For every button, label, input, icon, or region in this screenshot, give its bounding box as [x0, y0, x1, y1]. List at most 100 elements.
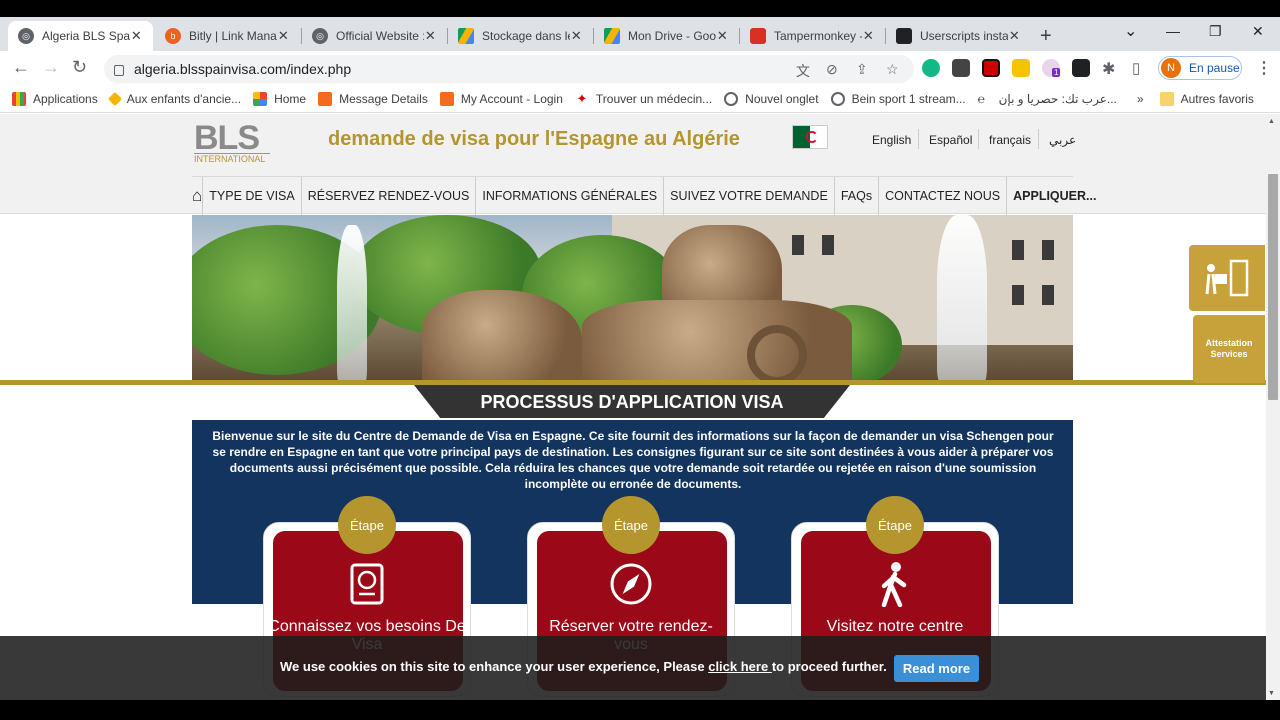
- robot-extension-icon[interactable]: [952, 59, 970, 77]
- close-tab-icon[interactable]: ✕: [862, 28, 875, 44]
- read-more-button[interactable]: Read more: [894, 655, 979, 682]
- minimize-button[interactable]: —: [1166, 23, 1180, 39]
- tab-official-website[interactable]: ◎ Official Website : ✕: [302, 21, 447, 51]
- bookmark-arab-tech[interactable]: ℮ عرب تك: حصريا و بإن...: [978, 92, 1117, 106]
- bookmark-nouvel-onglet[interactable]: Nouvel onglet: [724, 91, 819, 106]
- bookmark-bein-sport[interactable]: Bein sport 1 stream...: [830, 91, 966, 106]
- back-icon[interactable]: ←: [12, 57, 30, 78]
- profile-button[interactable]: N En pause: [1158, 56, 1242, 80]
- step-title: Visitez notre centre: [826, 618, 964, 635]
- lock-icon[interactable]: [114, 64, 124, 76]
- new-tab-button[interactable]: +: [1040, 25, 1052, 48]
- tab-title: Bitly | Link Manag: [189, 29, 277, 43]
- close-tab-icon[interactable]: ✕: [1008, 28, 1021, 44]
- globe-icon: ◎: [312, 28, 328, 44]
- forward-icon[interactable]: →: [42, 57, 60, 78]
- tab-userscripts[interactable]: Userscripts instal ✕: [886, 21, 1031, 51]
- close-window-button[interactable]: ✕: [1252, 23, 1264, 40]
- tab-mon-drive[interactable]: Mon Drive - Goo ✕: [594, 21, 739, 51]
- restore-button[interactable]: ❐: [1209, 23, 1222, 40]
- bookmark-label: Message Details: [339, 91, 428, 106]
- cookie-click-here-link[interactable]: click here: [708, 659, 772, 674]
- intro-text: Bienvenue sur le site du Centre de Deman…: [212, 429, 1054, 491]
- side-attestation-services-button[interactable]: Attestation Services: [1193, 315, 1265, 383]
- chariot-wheel: [747, 325, 807, 380]
- scrollbar-thumb[interactable]: [1268, 174, 1278, 400]
- share-icon[interactable]: ⇪: [856, 61, 868, 78]
- grammarly-extension-icon[interactable]: [922, 59, 940, 77]
- orange-square-icon: [439, 91, 454, 106]
- tab-title: Algeria BLS Spain: [42, 29, 130, 43]
- nav-appliquer[interactable]: APPLIQUER...: [1007, 177, 1102, 215]
- lang-arabic[interactable]: عربي: [1049, 133, 1076, 147]
- lang-francais[interactable]: français: [989, 133, 1031, 147]
- side-panel-icon[interactable]: ▯: [1132, 59, 1140, 77]
- nav-contactez-nous[interactable]: CONTACTEZ NOUS: [879, 176, 1008, 215]
- close-tab-icon[interactable]: ✕: [277, 28, 290, 44]
- joomla-icon: [253, 91, 268, 106]
- nav-reservez-rendez-vous[interactable]: RÉSERVEZ RENDEZ-VOUS: [302, 176, 477, 215]
- tab-search-icon[interactable]: ⌄: [1124, 21, 1137, 41]
- address-bar[interactable]: algeria.blsspainvisa.com/index.php: [104, 55, 914, 83]
- close-tab-icon[interactable]: ✕: [570, 28, 583, 44]
- maple-leaf-icon: ✦: [576, 90, 588, 106]
- bookmark-label: Aux enfants d'ancie...: [126, 91, 242, 106]
- close-tab-icon[interactable]: ✕: [424, 28, 437, 44]
- nav-informations-generales[interactable]: INFORMATIONS GÉNÉRALES: [476, 176, 665, 215]
- bookmark-home[interactable]: Home: [253, 91, 306, 106]
- rainbow-extension-icon[interactable]: 1: [1042, 59, 1061, 77]
- tab-algeria-bls[interactable]: ◎ Algeria BLS Spain ✕: [8, 21, 153, 51]
- algeria-flag-icon: [792, 125, 828, 149]
- scroll-down-arrow[interactable]: ▼: [1268, 690, 1275, 697]
- process-title: PROCESSUS D'APPLICATION VISA: [480, 392, 784, 412]
- attestation-services-label: Attestation Services: [1205, 338, 1253, 359]
- tracking-protection-icon[interactable]: ⊘: [826, 61, 838, 78]
- bookmark-message-details[interactable]: Message Details: [318, 91, 428, 106]
- reload-icon[interactable]: ↻: [72, 57, 87, 78]
- bookmark-label: Autres favoris: [1180, 91, 1254, 106]
- lang-english[interactable]: English: [872, 133, 911, 147]
- tab-title: Stockage dans le: [482, 29, 570, 43]
- url-text[interactable]: algeria.blsspainvisa.com/index.php: [134, 61, 351, 77]
- nav-faqs[interactable]: FAQs: [835, 176, 880, 215]
- apps-grid-icon: [12, 91, 26, 106]
- home-icon[interactable]: ⌂: [192, 176, 204, 215]
- scroll-up-arrow[interactable]: ▲: [1268, 118, 1275, 125]
- tab-stockage[interactable]: Stockage dans le ✕: [448, 21, 593, 51]
- tab-title: Userscripts instal: [920, 29, 1008, 43]
- nav-type-de-visa[interactable]: TYPE DE VISA: [203, 176, 302, 215]
- google-drive-icon: [458, 28, 474, 44]
- lang-separator: [1038, 129, 1039, 149]
- bookmark-my-account[interactable]: My Account - Login: [439, 91, 563, 106]
- web-page: BLS INTERNATIONAL demande de visa pour l…: [0, 114, 1266, 700]
- menu-dots-icon[interactable]: ⋮: [1256, 58, 1272, 78]
- globe-icon: ◎: [18, 28, 34, 44]
- lang-espanol[interactable]: Español: [929, 133, 972, 147]
- bookmark-label: Bein sport 1 stream...: [851, 91, 966, 106]
- bookmark-star-icon[interactable]: ☆: [886, 61, 899, 78]
- hero-banner-image: [192, 215, 1073, 380]
- nav-suivez-votre-demande[interactable]: SUIVEZ VOTRE DEMANDE: [664, 176, 835, 215]
- bls-logo[interactable]: BLS INTERNATIONAL: [194, 121, 270, 164]
- tab-strip: ◎ Algeria BLS Spain ✕ b Bitly | Link Man…: [0, 17, 1280, 51]
- tab-bitly[interactable]: b Bitly | Link Manag ✕: [155, 21, 300, 51]
- userscripts-extension-icon[interactable]: [1072, 59, 1090, 77]
- close-tab-icon[interactable]: ✕: [130, 28, 143, 44]
- bookmark-label: عرب تك: حصريا و بإن...: [998, 91, 1117, 106]
- bookmark-aux-enfants[interactable]: Aux enfants d'ancie...: [107, 91, 242, 106]
- bookmark-applications[interactable]: Applications: [12, 91, 98, 106]
- checkmark-extension-icon[interactable]: [982, 59, 1000, 77]
- side-attestation-button[interactable]: [1189, 245, 1265, 311]
- lightning-extension-icon[interactable]: [1012, 59, 1030, 77]
- compass-icon: [608, 561, 654, 607]
- tab-tampermonkey[interactable]: Tampermonkey - ✕: [740, 21, 885, 51]
- extension-badge: 1: [1052, 68, 1061, 77]
- puzzle-extensions-icon[interactable]: ✱: [1102, 59, 1115, 79]
- bookmarks-bar: Applications Aux enfants d'ancie... Home…: [0, 85, 1280, 113]
- close-tab-icon[interactable]: ✕: [716, 28, 729, 44]
- bookmark-trouver-medecin[interactable]: ✦ Trouver un médecin...: [575, 90, 712, 106]
- translate-icon[interactable]: 文: [796, 61, 810, 81]
- bookmarks-overflow-icon[interactable]: »: [1137, 92, 1144, 106]
- cookie-text-before: We use cookies on this site to enhance y…: [280, 659, 709, 674]
- bookmark-autres-favoris[interactable]: Autres favoris: [1159, 91, 1254, 106]
